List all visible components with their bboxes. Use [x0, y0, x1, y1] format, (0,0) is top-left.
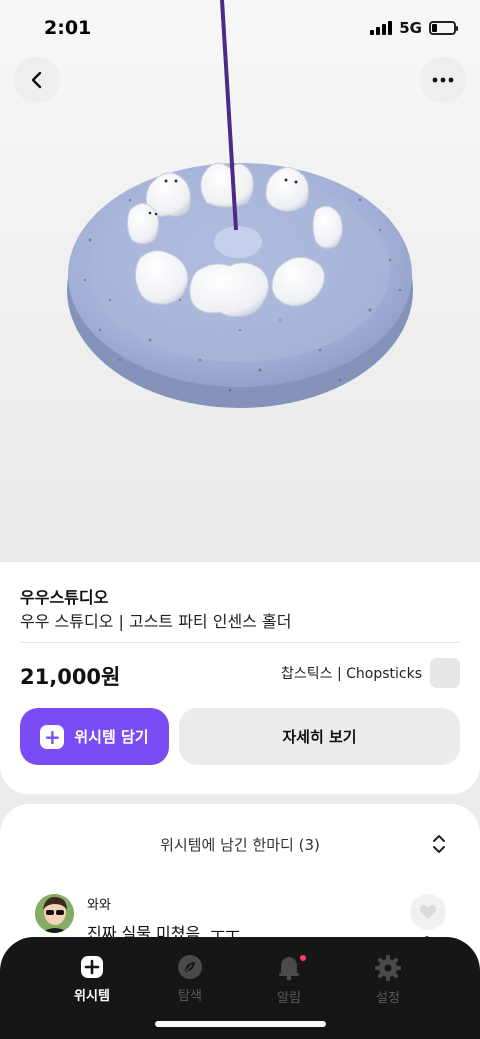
tab-label-settings: 설정: [376, 991, 400, 1006]
category-thumbnail: [430, 658, 460, 688]
expand-collapse-icon[interactable]: [432, 834, 446, 854]
add-wishitem-button[interactable]: + 위시템 담기: [20, 708, 169, 765]
tab-settings[interactable]: 설정: [353, 955, 423, 1006]
notification-badge: [300, 955, 306, 961]
divider: [20, 642, 460, 643]
price: 21,000원: [20, 665, 121, 689]
tab-label-explore: 탐색: [178, 989, 202, 1004]
network-type: 5G: [399, 19, 422, 37]
chevron-left-icon: [31, 71, 42, 89]
heart-icon: [419, 905, 437, 919]
comment-username: 와와: [87, 898, 111, 913]
tab-wishitem[interactable]: 위시템: [57, 955, 127, 1004]
leaf-icon: [178, 955, 202, 979]
tab-label-notifications: 알림: [277, 991, 301, 1006]
product-info-card: 우우스튜디오 우우 스튜디오 | 고스트 파티 인센스 홀더 21,000원 찹…: [0, 562, 480, 794]
avatar-image: [35, 894, 74, 933]
bottom-tab-bar: 위시템 탐색 알림 설정: [0, 937, 480, 1039]
plus-square-icon: [81, 956, 103, 978]
bell-icon: [279, 957, 299, 981]
category-link[interactable]: 찹스틱스 | Chopsticks: [281, 658, 460, 688]
more-button[interactable]: [420, 57, 466, 103]
comments-title: 위시템에 남긴 한마디 (3): [160, 836, 320, 854]
product-image-area: [0, 0, 480, 575]
product-image: [67, 0, 413, 408]
view-details-button[interactable]: 자세히 보기: [179, 708, 460, 765]
like-button[interactable]: [410, 894, 446, 930]
avatar[interactable]: [35, 894, 74, 933]
battery-level: [432, 24, 438, 32]
product-title: 우우 스튜디오 | 고스트 파티 인센스 홀더: [20, 612, 292, 631]
signal-icon: [370, 21, 393, 35]
tab-notifications[interactable]: 알림: [254, 955, 324, 1006]
tab-label-wishitem: 위시템: [74, 989, 110, 1004]
tab-explore[interactable]: 탐색: [155, 955, 225, 1004]
status-bar: 2:01 5G: [0, 0, 480, 60]
category-label: 찹스틱스 | Chopsticks: [280, 666, 422, 682]
shop-name[interactable]: 우우스튜디오: [20, 584, 108, 608]
gear-icon: [375, 955, 401, 981]
add-wishitem-label: 위시템 담기: [74, 728, 149, 746]
status-icons: 5G: [370, 19, 458, 37]
back-button[interactable]: [14, 57, 60, 103]
battery-icon: [429, 21, 458, 35]
more-horizontal-icon: [432, 77, 454, 83]
home-indicator: [155, 1021, 326, 1027]
status-time: 2:01: [44, 17, 92, 39]
view-details-label: 자세히 보기: [282, 728, 357, 746]
plus-icon: +: [40, 724, 65, 749]
